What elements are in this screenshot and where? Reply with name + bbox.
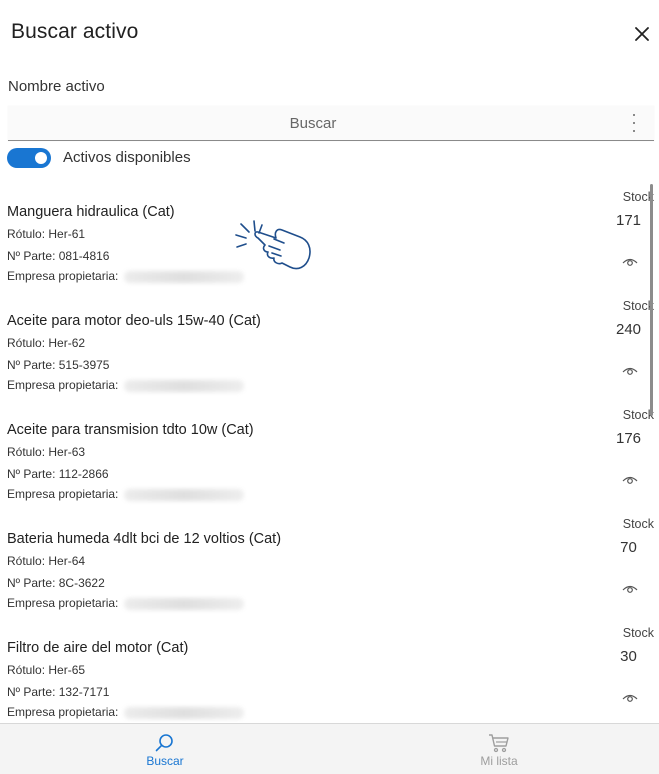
eye-icon[interactable] bbox=[622, 365, 638, 377]
asset-owner: Empresa propietaria: bbox=[7, 269, 245, 283]
rotulo-value: Her-62 bbox=[48, 336, 86, 350]
tab-buscar[interactable]: Buscar bbox=[0, 724, 330, 774]
asset-rotulo: Rótulo: Her-62 bbox=[7, 336, 85, 350]
owner-value-redacted bbox=[124, 380, 245, 392]
tab-mi-lista[interactable]: Mi lista bbox=[334, 724, 659, 774]
asset-item[interactable]: Aceite para transmision tdto 10w (Cat) R… bbox=[0, 400, 659, 510]
rotulo-value: Her-64 bbox=[48, 554, 86, 568]
close-button[interactable] bbox=[630, 22, 654, 46]
tab-buscar-label: Buscar bbox=[146, 754, 184, 768]
owner-value-redacted bbox=[124, 707, 245, 719]
stock-label: Stock bbox=[622, 408, 654, 422]
asset-owner: Empresa propietaria: bbox=[7, 487, 245, 501]
owner-value-redacted bbox=[124, 598, 245, 610]
asset-item[interactable]: Manguera hidraulica (Cat) Rótulo: Her-61… bbox=[0, 182, 659, 292]
asset-item[interactable]: Aceite para motor deo-uls 15w-40 (Cat) R… bbox=[0, 291, 659, 401]
asset-name: Manguera hidraulica (Cat) bbox=[7, 204, 175, 220]
asset-name: Aceite para transmision tdto 10w (Cat) bbox=[7, 422, 254, 438]
available-toggle-label: Activos disponibles bbox=[63, 149, 191, 166]
asset-part-number: Nº Parte: 132-7171 bbox=[7, 685, 109, 699]
stock-value: 176 bbox=[615, 430, 642, 447]
dialog-header: Buscar activo bbox=[0, 0, 659, 70]
available-toggle[interactable] bbox=[7, 148, 51, 168]
part-value: 515-3975 bbox=[58, 358, 110, 372]
rotulo-value: Her-65 bbox=[48, 663, 86, 677]
part-label: Nº Parte: bbox=[7, 358, 56, 372]
toggle-knob bbox=[35, 152, 47, 164]
owner-value-redacted bbox=[124, 489, 245, 501]
stock-label: Stock bbox=[622, 517, 654, 531]
asset-name: Bateria humeda 4dlt bci de 12 voltios (C… bbox=[7, 531, 282, 547]
asset-owner: Empresa propietaria: bbox=[7, 378, 245, 392]
owner-label: Empresa propietaria: bbox=[7, 596, 119, 610]
asset-owner: Empresa propietaria: bbox=[7, 705, 245, 719]
rotulo-label: Rótulo: bbox=[7, 663, 46, 677]
tab-mi-lista-label: Mi lista bbox=[480, 754, 518, 768]
owner-label: Empresa propietaria: bbox=[7, 705, 119, 719]
rotulo-value: Her-63 bbox=[48, 445, 86, 459]
rotulo-label: Rótulo: bbox=[7, 445, 46, 459]
owner-label: Empresa propietaria: bbox=[7, 487, 119, 501]
asset-rotulo: Rótulo: Her-65 bbox=[7, 663, 85, 677]
eye-icon[interactable] bbox=[622, 256, 638, 268]
search-field bbox=[8, 106, 654, 141]
part-value: 8C-3622 bbox=[58, 576, 105, 590]
stock-value: 171 bbox=[615, 212, 642, 229]
cart-icon bbox=[489, 734, 509, 753]
stock-label: Stock bbox=[622, 626, 654, 640]
owner-label: Empresa propietaria: bbox=[7, 269, 119, 283]
close-icon bbox=[635, 27, 649, 41]
part-value: 132-7171 bbox=[58, 685, 110, 699]
bottom-navigation: Buscar Mi lista bbox=[0, 723, 659, 774]
list-scrollbar[interactable] bbox=[650, 184, 653, 416]
eye-icon[interactable] bbox=[622, 692, 638, 704]
part-label: Nº Parte: bbox=[7, 685, 56, 699]
asset-part-number: Nº Parte: 515-3975 bbox=[7, 358, 109, 372]
asset-item[interactable]: Bateria humeda 4dlt bci de 12 voltios (C… bbox=[0, 509, 659, 619]
rotulo-value: Her-61 bbox=[48, 227, 86, 241]
owner-value-redacted bbox=[124, 271, 245, 283]
asset-rotulo: Rótulo: Her-63 bbox=[7, 445, 85, 459]
asset-rotulo: Rótulo: Her-64 bbox=[7, 554, 85, 568]
eye-icon[interactable] bbox=[622, 583, 638, 595]
part-value: 081-4816 bbox=[58, 249, 110, 263]
available-filter: Activos disponibles bbox=[7, 146, 307, 170]
rotulo-label: Rótulo: bbox=[7, 336, 46, 350]
owner-label: Empresa propietaria: bbox=[7, 378, 119, 392]
stock-label: Stock bbox=[622, 190, 654, 204]
asset-item[interactable]: Filtro de aire del motor (Cat) Rótulo: H… bbox=[0, 618, 659, 722]
asset-name: Filtro de aire del motor (Cat) bbox=[7, 640, 189, 656]
asset-owner: Empresa propietaria: bbox=[7, 596, 245, 610]
asset-name: Aceite para motor deo-uls 15w-40 (Cat) bbox=[7, 313, 261, 329]
dialog-title: Buscar activo bbox=[11, 20, 139, 43]
stock-label: Stock bbox=[622, 299, 654, 313]
part-label: Nº Parte: bbox=[7, 467, 56, 481]
rotulo-label: Rótulo: bbox=[7, 554, 46, 568]
tap-hand-icon bbox=[235, 220, 311, 270]
asset-part-number: Nº Parte: 112-2866 bbox=[7, 467, 109, 481]
asset-part-number: Nº Parte: 081-4816 bbox=[7, 249, 109, 263]
stock-value: 30 bbox=[620, 648, 637, 665]
stock-value: 240 bbox=[615, 321, 642, 338]
stock-value: 70 bbox=[620, 539, 637, 556]
part-value: 112-2866 bbox=[58, 467, 109, 481]
part-label: Nº Parte: bbox=[7, 576, 56, 590]
search-input[interactable] bbox=[8, 106, 618, 140]
search-field-label: Nombre activo bbox=[8, 78, 105, 95]
asset-rotulo: Rótulo: Her-61 bbox=[7, 227, 85, 241]
asset-part-number: Nº Parte: 8C-3622 bbox=[7, 576, 105, 590]
rotulo-label: Rótulo: bbox=[7, 227, 46, 241]
more-vert-icon[interactable] bbox=[630, 114, 638, 132]
asset-list: Manguera hidraulica (Cat) Rótulo: Her-61… bbox=[0, 182, 659, 722]
part-label: Nº Parte: bbox=[7, 249, 56, 263]
eye-icon[interactable] bbox=[622, 474, 638, 486]
search-icon bbox=[155, 734, 173, 752]
